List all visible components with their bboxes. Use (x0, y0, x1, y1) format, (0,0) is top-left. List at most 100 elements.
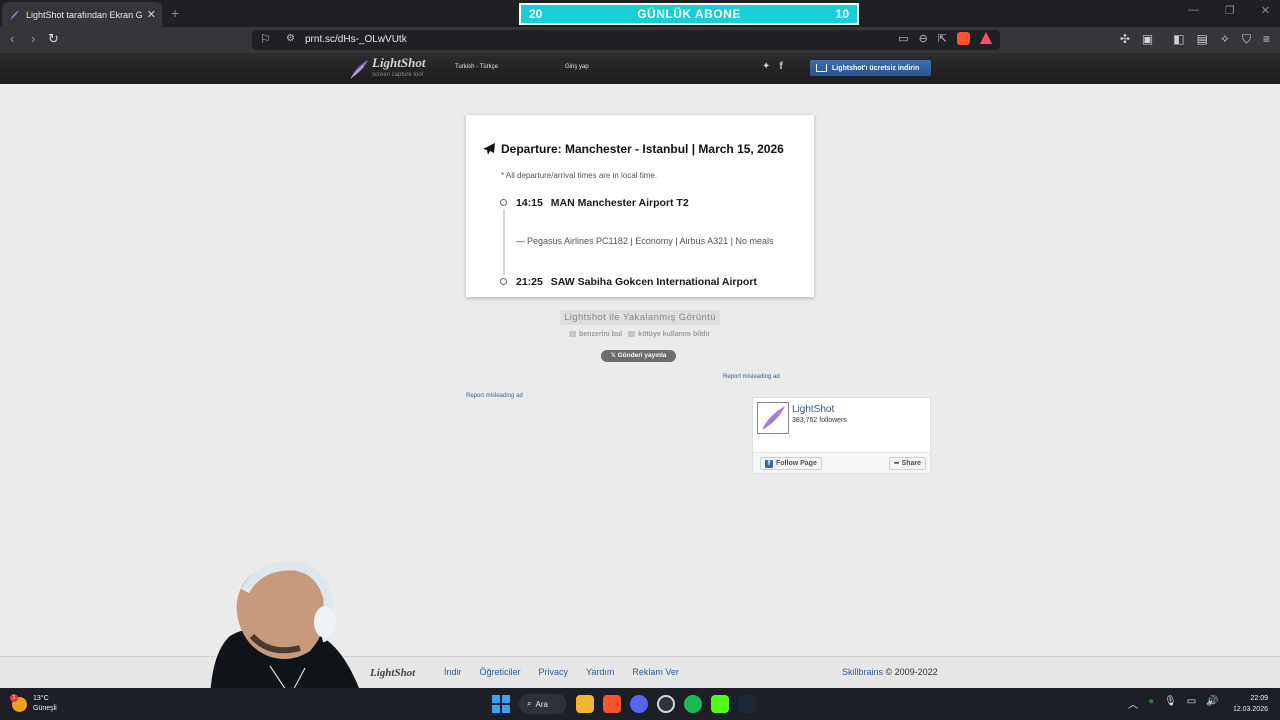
page-avatar[interactable] (757, 402, 789, 434)
brave-rewards-icon[interactable] (980, 32, 992, 44)
tweet-button[interactable]: 𝕏 Gönderi yayınla (601, 350, 676, 362)
screenshot-icon[interactable]: ▣ (1142, 32, 1153, 47)
site-info-icon[interactable]: ⚙ (286, 33, 295, 44)
departure-airport: MAN Manchester Airport T2 (550, 197, 689, 209)
search-button[interactable]: ⌕ Ara (519, 694, 567, 714)
x-icon: 𝕏 (610, 352, 618, 359)
extensions-icon[interactable]: ✣ (1120, 32, 1130, 47)
departure-time: 14:15 (516, 197, 543, 209)
brave-browser-icon[interactable] (603, 695, 621, 713)
follow-page-button[interactable]: f Follow Page (760, 457, 822, 470)
login-link[interactable]: Giriş yap (565, 64, 589, 70)
address-bar[interactable]: ⚐ ⚙ prnt.sc/dHs-_OLwVUtk ▭ ⊖ ⇱ (252, 30, 1000, 50)
report-ad-link[interactable]: Report misleading ad (466, 393, 523, 399)
close-window-icon[interactable]: ✕ (1261, 4, 1270, 17)
twitter-icon[interactable]: ✦ (762, 61, 770, 72)
local-time-note: * All departure/arrival times are in loc… (501, 171, 658, 180)
route-line (503, 209, 505, 275)
zoom-icon[interactable]: ⊖ (919, 32, 928, 45)
temperature: 13°C (33, 695, 49, 702)
logo-name: LightShot (372, 55, 426, 70)
brave-shields-icon[interactable] (957, 32, 970, 45)
clock-time: 22:09 (1250, 695, 1268, 702)
banner-right-count: 10 (835, 7, 849, 21)
download-label: Lightshot'ı ücretsiz indirin (832, 64, 920, 72)
page-name[interactable]: LightShot (792, 404, 834, 415)
report-abuse-link[interactable]: kötüye kullanım bildir (628, 331, 710, 338)
reload-icon[interactable]: ↻ (48, 31, 59, 47)
lightshot-feather-icon (10, 9, 19, 20)
download-button[interactable]: Lightshot'ı ücretsiz indirin (810, 60, 931, 76)
screenshot-image[interactable]: Departure: Manchester - Istanbul | March… (466, 115, 814, 297)
start-button[interactable] (492, 695, 510, 713)
steam-icon[interactable] (738, 695, 756, 713)
flight-details: Pegasus Airlines PC1182 | Economy | Airb… (527, 236, 774, 246)
report-icon (628, 331, 636, 338)
browser-tab[interactable]: LightShot tarafından Ekran Görü ✕ (2, 2, 162, 27)
sidebar-icon[interactable]: ◧ (1173, 32, 1184, 47)
flight-info: — Pegasus Airlines PC1182 | Economy | Air… (516, 236, 773, 246)
arrival-time: 21:25 (516, 276, 543, 288)
share-button[interactable]: ➦ Share (888, 457, 926, 470)
copyright-years: © 2009-2022 (883, 667, 938, 677)
footer-link-download[interactable]: İndir (444, 667, 462, 677)
report-ad-link[interactable]: Report misleading ad (723, 374, 780, 380)
banner-title: GÜNLÜK ABONE (637, 7, 741, 21)
airplane-icon (483, 143, 495, 155)
tab-title: LightShot tarafından Ekran Görü (26, 9, 143, 20)
display-icon[interactable]: ▭ (1187, 696, 1196, 711)
facebook-icon[interactable]: f (779, 61, 782, 72)
address-bar-icons: ▭ ⊖ ⇱ (898, 32, 992, 45)
footer-link-help[interactable]: Yardım (586, 667, 614, 677)
spotify-icon[interactable] (684, 695, 702, 713)
arrival-row: 21:25 SAW Sabiha Gokcen International Ai… (516, 276, 757, 288)
site-logo[interactable]: LightShot screen capture tool (349, 55, 426, 81)
kick-icon[interactable] (711, 695, 729, 713)
forward-icon[interactable]: › (31, 31, 35, 46)
chevron-up-icon[interactable]: ︿ (1128, 696, 1138, 711)
flight-title: Departure: Manchester - Istanbul | March… (501, 142, 784, 156)
tab-bar: LightShot tarafından Ekran Görü ✕ + 20 G… (0, 0, 1280, 27)
departure-row: 14:15 MAN Manchester Airport T2 (516, 197, 689, 209)
minimize-icon[interactable]: — (1188, 4, 1199, 17)
back-icon[interactable]: ‹ (10, 31, 14, 46)
arrival-airport: SAW Sabiha Gokcen International Airport (550, 276, 757, 288)
footer-link-privacy[interactable]: Privacy (539, 667, 569, 677)
notification-badge: 1 (10, 693, 18, 702)
footer-link-tutorials[interactable]: Öğreticiler (480, 667, 521, 677)
discord-icon[interactable] (630, 695, 648, 713)
language-selector[interactable]: Turkish - Türkçe (455, 64, 498, 70)
feather-logo-icon (350, 60, 368, 79)
leo-ai-icon[interactable]: ✧ (1220, 32, 1230, 47)
volume-icon[interactable]: 🔊 (1206, 696, 1218, 711)
share-icon[interactable]: ⇱ (938, 32, 947, 45)
microphone-icon[interactable]: 🎙 (1164, 696, 1177, 711)
subscriber-goal-banner: 20 GÜNLÜK ABONE 10 (519, 3, 859, 25)
site-header: LightShot screen capture tool Turkish - … (0, 53, 1280, 84)
search-icon: ⌕ (527, 699, 532, 708)
url-text[interactable]: prnt.sc/dHs-_OLwVUtk (305, 34, 407, 45)
vpn-icon[interactable]: ⛉ (1242, 32, 1251, 47)
image-actions: benzerini bul kötüye kullanım bildir (569, 331, 710, 338)
company-link[interactable]: Skillbrains (842, 667, 883, 677)
tab-close-icon[interactable]: ✕ (147, 8, 156, 21)
app-tray-icon[interactable]: ● (1148, 696, 1154, 711)
new-tab-button[interactable]: + (171, 5, 179, 21)
footer-links: İndir Öğreticiler Privacy Yardım Reklam … (444, 667, 679, 677)
wallet-icon[interactable]: ▤ (1197, 32, 1208, 47)
bookmark-icon[interactable]: ⚐ (260, 32, 271, 46)
file-explorer-icon[interactable] (576, 695, 594, 713)
cast-icon[interactable]: ▭ (898, 32, 908, 45)
maximize-icon[interactable]: ❐ (1225, 4, 1235, 17)
weather-widget[interactable]: 1 13°C Güneşli (10, 693, 57, 714)
site-footer: LightShot İndir Öğreticiler Privacy Yard… (0, 656, 1280, 688)
taskbar: 1 13°C Güneşli ⌕ Ara ︿ ● 🎙 ▭ 🔊 22:09 12.… (0, 688, 1280, 720)
menu-icon[interactable]: ≡ (1263, 32, 1270, 47)
share-icon: ➦ (893, 460, 902, 467)
footer-link-advertise[interactable]: Reklam Ver (632, 667, 679, 677)
widget-actions: f Follow Page ➦ Share (753, 452, 930, 473)
clock[interactable]: 22:09 12.03.2026 (1233, 693, 1268, 715)
obs-icon[interactable] (657, 695, 675, 713)
find-similar-link[interactable]: benzerini bul (569, 331, 622, 338)
feather-logo-icon (762, 406, 785, 430)
